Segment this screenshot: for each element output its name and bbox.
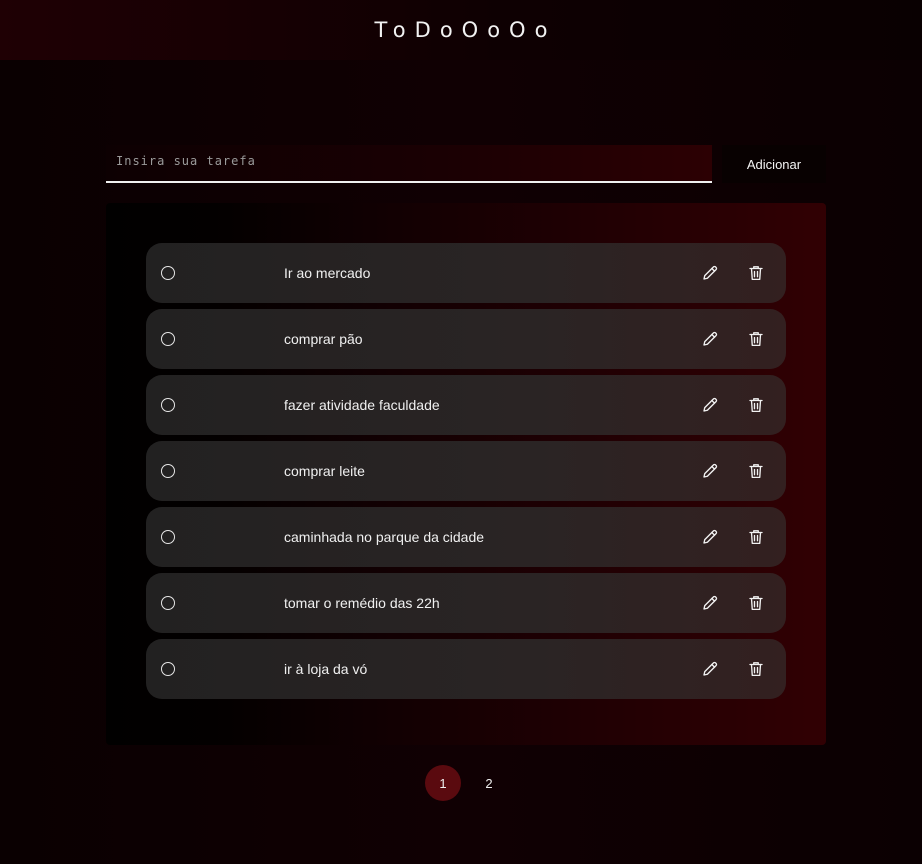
delete-task-button[interactable] <box>746 263 766 283</box>
edit-task-button[interactable] <box>700 527 720 547</box>
complete-toggle-circle-icon[interactable] <box>161 596 175 610</box>
edit-task-button[interactable] <box>700 593 720 613</box>
task-list-panel: Ir ao mercado comprar pão fazer atividad… <box>106 203 826 745</box>
pencil-icon <box>703 661 718 676</box>
edit-task-button[interactable] <box>700 461 720 481</box>
complete-toggle-circle-icon[interactable] <box>161 398 175 412</box>
task-input[interactable] <box>106 145 712 183</box>
pagination: 1 2 <box>0 765 922 801</box>
delete-task-button[interactable] <box>746 659 766 679</box>
task-item: Ir ao mercado <box>146 243 786 303</box>
delete-task-button[interactable] <box>746 461 766 481</box>
trash-icon <box>749 398 763 413</box>
trash-icon <box>749 662 763 677</box>
trash-icon <box>749 530 763 545</box>
pencil-icon <box>703 265 718 280</box>
edit-task-button[interactable] <box>700 659 720 679</box>
task-text: comprar pão <box>284 331 363 347</box>
pencil-icon <box>703 529 718 544</box>
pencil-icon <box>703 463 718 478</box>
pencil-icon <box>703 331 718 346</box>
trash-icon <box>749 266 763 281</box>
delete-task-button[interactable] <box>746 395 766 415</box>
task-item: caminhada no parque da cidade <box>146 507 786 567</box>
pencil-icon <box>703 397 718 412</box>
task-text: caminhada no parque da cidade <box>284 529 485 545</box>
trash-icon <box>749 332 763 347</box>
add-task-button[interactable]: Adicionar <box>722 145 826 183</box>
complete-toggle-circle-icon[interactable] <box>161 530 175 544</box>
trash-icon <box>749 596 763 611</box>
edit-task-button[interactable] <box>700 263 720 283</box>
delete-task-button[interactable] <box>746 329 766 349</box>
task-item: tomar o remédio das 22h <box>146 573 786 633</box>
task-list: Ir ao mercado comprar pão fazer atividad… <box>146 243 786 705</box>
task-text: tomar o remédio das 22h <box>284 595 440 611</box>
trash-icon <box>749 464 763 479</box>
task-item: comprar pão <box>146 309 786 369</box>
task-item: ir à loja da vó <box>146 639 786 699</box>
task-item: fazer atividade faculdade <box>146 375 786 435</box>
complete-toggle-circle-icon[interactable] <box>161 464 175 478</box>
task-text: Ir ao mercado <box>284 265 371 281</box>
header-bar: ToDoOoOo <box>0 0 922 60</box>
app-page: ToDoOoOo Adicionar Ir ao mercado comprar… <box>0 0 922 864</box>
add-task-form: Adicionar <box>106 145 826 183</box>
page-button-1[interactable]: 1 <box>425 765 461 801</box>
app-title: ToDoOoOo <box>374 18 557 42</box>
complete-toggle-circle-icon[interactable] <box>161 332 175 346</box>
task-item: comprar leite <box>146 441 786 501</box>
page-button-2[interactable]: 2 <box>471 765 507 801</box>
task-text: ir à loja da vó <box>284 661 368 677</box>
delete-task-button[interactable] <box>746 593 766 613</box>
task-text: fazer atividade faculdade <box>284 397 440 413</box>
edit-task-button[interactable] <box>700 395 720 415</box>
complete-toggle-circle-icon[interactable] <box>161 266 175 280</box>
delete-task-button[interactable] <box>746 527 766 547</box>
edit-task-button[interactable] <box>700 329 720 349</box>
task-text: comprar leite <box>284 463 365 479</box>
complete-toggle-circle-icon[interactable] <box>161 662 175 676</box>
pencil-icon <box>703 595 718 610</box>
